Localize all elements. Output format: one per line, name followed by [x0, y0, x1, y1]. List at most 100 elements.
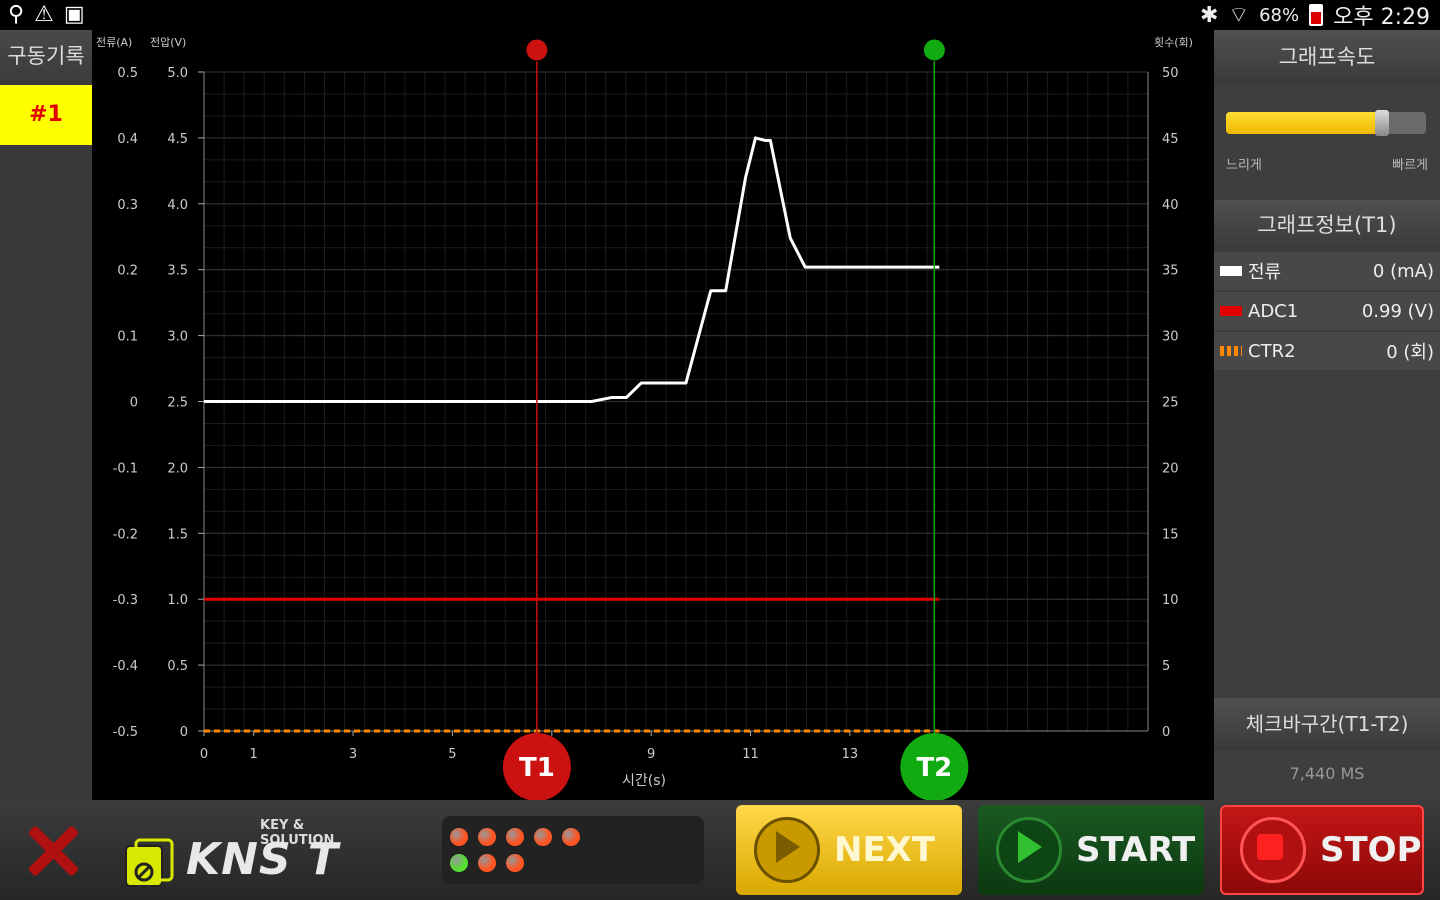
current-tick-label: -0.4	[113, 659, 138, 674]
next-label: NEXT	[834, 830, 936, 870]
legend-label: 전류	[1248, 262, 1282, 283]
status-led	[450, 854, 468, 872]
battery-icon	[1309, 4, 1324, 26]
slow-label: 느리게	[1226, 158, 1262, 173]
kns-logo: KEY & SOLUTION KNS T	[120, 814, 380, 890]
close-button[interactable]	[26, 824, 80, 878]
voltage-tick-label: 2.5	[167, 396, 188, 411]
line-chart[interactable]: 0.5 5.0 500.4 4.5 450.3 4.0 400.2 3.5 350.1 3.0 30…	[92, 30, 1214, 801]
cursor-label-t1: T1	[519, 753, 555, 783]
count-tick-label: 30	[1162, 330, 1179, 345]
voltage-tick-label: 3.0	[167, 330, 188, 345]
start-button[interactable]: START	[978, 805, 1204, 895]
fast-label: 빠르게	[1392, 158, 1428, 173]
voltage-tick-label: 1.0	[167, 593, 188, 608]
next-button[interactable]: NEXT	[736, 805, 962, 895]
legend-value: 0.99 (V)	[1361, 300, 1434, 322]
info-panel: 그래프속도 느리게 빠르게 그래프정보(T1) 전류 0 (mA) ADC1 0…	[1214, 30, 1440, 800]
x-tick-label: 11	[742, 747, 759, 762]
current-tick-label: -0.3	[113, 593, 138, 608]
slider-fill	[1226, 112, 1382, 134]
start-label: START	[1076, 830, 1196, 870]
current-tick-label: 0.4	[117, 132, 138, 147]
x-tick-label: 13	[842, 747, 859, 762]
voltage-tick-label: 4.5	[167, 132, 188, 147]
current-tick-label: -0.5	[113, 725, 138, 740]
check-range-title: 체크바구간(T1-T2)	[1214, 698, 1440, 750]
count-tick-label: 50	[1162, 66, 1179, 81]
battery-percent: 68%	[1259, 4, 1300, 26]
status-led	[478, 854, 496, 872]
count-tick-label: 20	[1162, 461, 1179, 476]
clock: 오후 2:29	[1333, 5, 1430, 30]
x-tick-label: 3	[349, 747, 357, 762]
cursor-label-t2: T2	[916, 753, 952, 783]
legend-row-current: 전류 0 (mA)	[1214, 252, 1440, 290]
status-led	[506, 828, 524, 846]
count-tick-label: 10	[1162, 593, 1179, 608]
check-range-value: 7,440 MS	[1289, 764, 1365, 783]
count-tick-label: 40	[1162, 198, 1179, 213]
voltage-tick-label: 0.5	[167, 659, 188, 674]
legend-label: CTR2	[1248, 340, 1296, 362]
count-axis-title: 횟수(회)	[1154, 36, 1193, 49]
count-tick-label: 5	[1162, 659, 1170, 674]
legend-label: ADC1	[1248, 300, 1299, 322]
voltage-tick-label: 2.0	[167, 461, 188, 476]
status-led	[534, 828, 552, 846]
legend-row-ctr2: CTR2 0 (회)	[1214, 332, 1440, 370]
slider-thumb[interactable]	[1375, 110, 1389, 136]
legend-value: 0 (mA)	[1372, 260, 1434, 282]
stop-button[interactable]: STOP	[1220, 805, 1424, 895]
status-led-panel	[442, 816, 704, 884]
current-axis-title: 전류(A)	[96, 36, 132, 49]
legend-swatch-adc1	[1220, 306, 1242, 316]
play-icon	[996, 817, 1062, 883]
legend-swatch-current	[1220, 266, 1242, 276]
current-tick-label: 0	[130, 396, 138, 411]
legend-value: 0 (회)	[1386, 342, 1434, 363]
wifi-icon: ⌔	[1228, 3, 1250, 28]
status-bar: ⚲ ⚠ ▣ ✱ ⌔ 68% 오후 2:29	[0, 0, 1440, 30]
count-tick-label: 15	[1162, 527, 1179, 542]
count-tick-label: 35	[1162, 264, 1179, 279]
current-tick-label: 0.2	[117, 264, 138, 279]
count-tick-label: 0	[1162, 725, 1170, 740]
status-icons-right: ✱ ⌔ 68% 오후 2:29	[1199, 0, 1430, 31]
record-panel-title: 구동기록	[0, 30, 92, 85]
legend-swatch-ctr2	[1220, 346, 1242, 356]
voltage-tick-label: 1.5	[167, 527, 188, 542]
usb-icon: ⚲	[8, 2, 25, 27]
x-tick-label: 9	[647, 747, 655, 762]
graph-speed-slider[interactable]	[1226, 110, 1428, 136]
logo-title: KNS T	[186, 834, 339, 885]
logo-mark-icon	[125, 838, 174, 887]
graph-area[interactable]: 0.5 5.0 50 0.4 4.5 45 0.3 4.0 40 0.2 3.5 35 0.1 3.0 30…	[92, 30, 1214, 801]
status-icons-left: ⚲ ⚠ ▣	[8, 2, 85, 28]
x-tick-label: 1	[250, 747, 258, 762]
current-tick-label: 0.5	[117, 66, 138, 81]
count-tick-label: 25	[1162, 396, 1179, 411]
record-panel: 구동기록 #1	[0, 30, 92, 800]
current-tick-label: 0.3	[117, 198, 138, 213]
graph-info-title: 그래프정보(T1)	[1214, 200, 1440, 250]
legend-row-adc1: ADC1 0.99 (V)	[1214, 292, 1440, 330]
record-item[interactable]: #1	[0, 85, 92, 145]
warning-icon: ⚠	[34, 2, 54, 27]
graph-speed-title: 그래프속도	[1214, 30, 1440, 85]
cursor-handle-t1	[525, 38, 549, 62]
x-tick-label: 0	[200, 747, 208, 762]
status-led	[562, 828, 580, 846]
voltage-axis-title: 전압(V)	[150, 36, 186, 49]
status-led	[450, 828, 468, 846]
voltage-tick-label: 4.0	[167, 198, 188, 213]
bluetooth-icon: ✱	[1199, 2, 1219, 28]
current-tick-label: -0.2	[113, 527, 138, 542]
current-tick-label: -0.1	[113, 461, 138, 476]
voltage-tick-label: 0	[180, 725, 188, 740]
stop-icon	[1240, 817, 1306, 883]
cursor-handle-t2	[922, 38, 946, 62]
current-tick-label: 0.1	[117, 330, 138, 345]
voltage-tick-label: 5.0	[167, 66, 188, 81]
status-led	[478, 828, 496, 846]
